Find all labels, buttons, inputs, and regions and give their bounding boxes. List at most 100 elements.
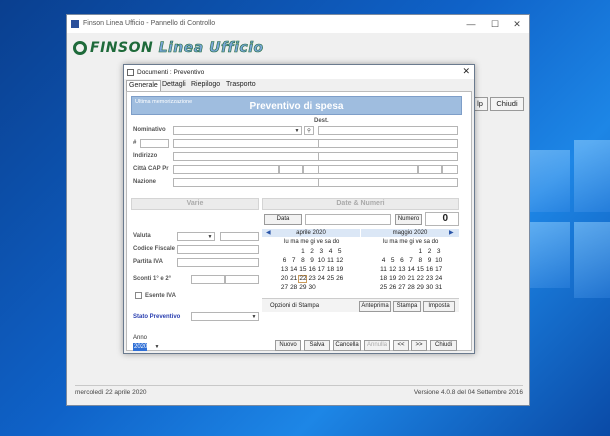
citta-field[interactable] — [173, 165, 279, 174]
calendar-day[interactable]: 5 — [335, 248, 344, 256]
calendar-day[interactable]: 4 — [326, 248, 335, 256]
dest-provincia-field[interactable] — [442, 165, 458, 174]
calendar-day[interactable]: 18 — [379, 275, 388, 283]
dest-citta-field[interactable] — [318, 165, 418, 174]
calendar-day[interactable]: 23 — [308, 275, 317, 283]
calendar-day[interactable]: 25 — [326, 275, 335, 283]
tab-dettagli[interactable]: Dettagli — [160, 80, 188, 91]
calendar-day[interactable]: 1 — [298, 248, 307, 256]
close-icon[interactable]: ✕ — [507, 17, 527, 31]
calendar-day[interactable]: 13 — [280, 266, 289, 274]
data-button[interactable]: Data — [264, 214, 302, 225]
calendar-day[interactable]: 6 — [280, 257, 289, 265]
calendar-day[interactable]: 26 — [335, 275, 344, 283]
calendar-day[interactable]: 23 — [425, 275, 434, 283]
calendar-day[interactable]: 29 — [416, 284, 425, 292]
codice-fiscale-field[interactable] — [177, 245, 259, 254]
calendar-day[interactable]: 14 — [407, 266, 416, 274]
anteprima-button[interactable]: Anteprima — [359, 301, 391, 312]
calendar-day[interactable]: 18 — [326, 266, 335, 274]
sconto-2-field[interactable] — [225, 275, 259, 284]
annulla-button[interactable]: Annulla — [364, 340, 390, 351]
calendar-day[interactable]: 27 — [280, 284, 289, 292]
chevron-down-icon[interactable]: ▼ — [154, 344, 160, 350]
provincia-field[interactable] — [303, 165, 319, 174]
calendar-day[interactable]: 20 — [280, 275, 289, 283]
calendar-day[interactable]: 15 — [298, 266, 307, 274]
stampa-button[interactable]: Stampa — [393, 301, 421, 312]
partita-iva-field[interactable] — [177, 258, 259, 267]
calendar-day[interactable]: 3 — [317, 248, 326, 256]
calendar-day[interactable]: 13 — [397, 266, 406, 274]
calendar-day[interactable]: 11 — [326, 257, 335, 265]
calendar-day[interactable]: 8 — [416, 257, 425, 265]
calendar-day[interactable]: 8 — [298, 257, 307, 265]
chiudi-dialog-button[interactable]: Chiudi — [430, 340, 457, 351]
calendar-day[interactable]: 9 — [425, 257, 434, 265]
esente-iva-checkbox[interactable] — [135, 292, 142, 299]
calendar-day[interactable]: 22 — [298, 275, 308, 284]
dialog-close-icon[interactable]: ✕ — [462, 66, 470, 77]
calendar-next-icon[interactable]: ▶ — [449, 229, 454, 237]
next-button[interactable]: >> — [411, 340, 427, 351]
numero-button[interactable]: Numero — [395, 214, 422, 225]
nazione-field[interactable] — [173, 178, 319, 187]
calendar-day[interactable]: 22 — [416, 275, 425, 283]
data-field[interactable] — [305, 214, 391, 225]
calendar-day[interactable]: 12 — [388, 266, 397, 274]
calendar-day[interactable]: 28 — [289, 284, 298, 292]
calendar-day[interactable]: 10 — [434, 257, 443, 265]
calendar-day[interactable]: 11 — [379, 266, 388, 274]
calendar-day[interactable]: 16 — [425, 266, 434, 274]
calendar-day[interactable]: 29 — [298, 284, 307, 292]
calendar-day[interactable]: 3 — [434, 248, 443, 256]
calendar-day[interactable]: 27 — [397, 284, 406, 292]
dest-indirizzo-field[interactable] — [318, 152, 458, 161]
cliente-codice-field[interactable] — [173, 139, 319, 148]
nominativo-select[interactable]: ▼ — [173, 126, 302, 135]
calendar-day[interactable]: 20 — [397, 275, 406, 283]
stato-preventivo-select[interactable]: ▼ — [191, 312, 259, 321]
calendar-day[interactable]: 28 — [407, 284, 416, 292]
calendar-day[interactable]: 7 — [407, 257, 416, 265]
numero-value[interactable]: 0 — [425, 212, 459, 226]
chiudi-main-button[interactable]: Chiudi — [490, 97, 524, 111]
dest-cap-field[interactable] — [418, 165, 442, 174]
calendar-day[interactable]: 19 — [388, 275, 397, 283]
salva-button[interactable]: Salva — [304, 340, 330, 351]
indirizzo-field[interactable] — [173, 152, 319, 161]
tab-riepilogo[interactable]: Riepilogo — [189, 80, 222, 91]
dest-field-2[interactable] — [318, 139, 458, 148]
cancella-button[interactable]: Cancella — [333, 340, 361, 351]
calendar-day[interactable]: 5 — [388, 257, 397, 265]
calendar-day[interactable]: 31 — [434, 284, 443, 292]
calendar-day[interactable]: 24 — [317, 275, 326, 283]
previous-button[interactable]: << — [393, 340, 409, 351]
calendar-day[interactable]: 10 — [317, 257, 326, 265]
maximize-icon[interactable]: ☐ — [485, 17, 505, 31]
minimize-icon[interactable]: — — [461, 17, 481, 31]
calendar-day[interactable]: 6 — [397, 257, 406, 265]
calendar-day[interactable]: 1 — [416, 248, 425, 256]
valuta-select[interactable]: ▼ — [177, 232, 215, 241]
anno-select[interactable]: 2020 — [133, 343, 147, 351]
calendar-day[interactable]: 2 — [425, 248, 434, 256]
dest-nominativo-field[interactable] — [318, 126, 458, 135]
calendar-day[interactable]: 25 — [379, 284, 388, 292]
nuovo-button[interactable]: Nuovo — [275, 340, 301, 351]
calendar-day[interactable]: 26 — [388, 284, 397, 292]
calendar-day[interactable]: 12 — [335, 257, 344, 265]
cambio-field[interactable] — [220, 232, 259, 241]
calendar-day[interactable]: 2 — [308, 248, 317, 256]
calendar-day[interactable]: 17 — [434, 266, 443, 274]
calendar-day[interactable]: 14 — [289, 266, 298, 274]
imposta-button[interactable]: Imposta — [423, 301, 455, 312]
document-number-field[interactable] — [140, 139, 169, 148]
calendar-day[interactable]: 15 — [416, 266, 425, 274]
dest-nazione-field[interactable] — [318, 178, 458, 187]
sconto-1-field[interactable] — [191, 275, 225, 284]
tab-generale[interactable]: Generale — [126, 80, 161, 91]
cap-field[interactable] — [279, 165, 303, 174]
calendar-day[interactable]: 21 — [289, 275, 298, 283]
calendar-day[interactable]: 16 — [308, 266, 317, 274]
